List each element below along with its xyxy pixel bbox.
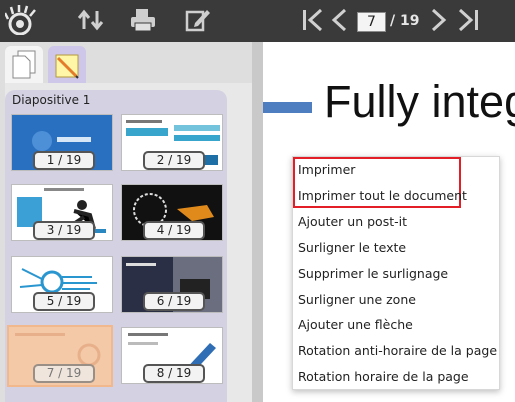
menu-item-supprimer-surlignage[interactable]: Supprimer le surlignage [298,266,448,281]
thumbnail-label: 5 / 19 [33,292,95,311]
menu-item-rotation-horaire[interactable]: Rotation horaire de la page [298,369,469,384]
slide-title: Fully integ [324,76,515,127]
thumbnail-label: 6 / 19 [143,292,205,311]
menu-item-imprimer[interactable]: Imprimer [298,162,355,177]
thumbnail-label: 2 / 19 [143,151,205,170]
thumbnail-label: 3 / 19 [33,221,95,240]
next-page-icon[interactable] [428,6,450,34]
menu-item-surligner-zone[interactable]: Surligner une zone [298,292,416,307]
page-number-input[interactable]: 7 [357,12,386,32]
printer-icon[interactable] [128,6,158,34]
thumbnail-label: 8 / 19 [143,364,205,383]
menu-item-ajouter-post-it[interactable]: Ajouter un post-it [298,214,407,229]
tab-notes[interactable] [48,46,86,83]
menu-item-imprimer-tout[interactable]: Imprimer tout le document [298,188,467,203]
first-page-icon[interactable] [300,6,326,34]
menu-item-ajouter-fleche[interactable]: Ajouter une flèche [298,317,413,332]
menu-item-surligner-texte[interactable]: Surligner le texte [298,240,406,255]
thumbnail-label: 4 / 19 [143,221,205,240]
sort-arrows-icon[interactable] [77,6,105,34]
previous-page-icon[interactable] [328,6,350,34]
slide-accent-bar [263,102,312,113]
notes-tab-icon [55,54,79,79]
page-total: / 19 [390,13,420,29]
thumbnail-label: 7 / 19 [33,364,95,383]
sidebar-scrollbar[interactable] [252,42,263,402]
last-page-icon[interactable] [455,6,481,34]
thumbnail-label: 1 / 19 [33,151,95,170]
tab-pages[interactable] [5,46,43,83]
pages-tab-icon [12,50,36,79]
edit-icon[interactable] [184,6,212,34]
slide-group-title: Diapositive 1 [12,93,91,107]
eye-logo-icon[interactable] [4,5,38,35]
menu-item-rotation-anti-horaire[interactable]: Rotation anti-horaire de la page [298,343,497,358]
